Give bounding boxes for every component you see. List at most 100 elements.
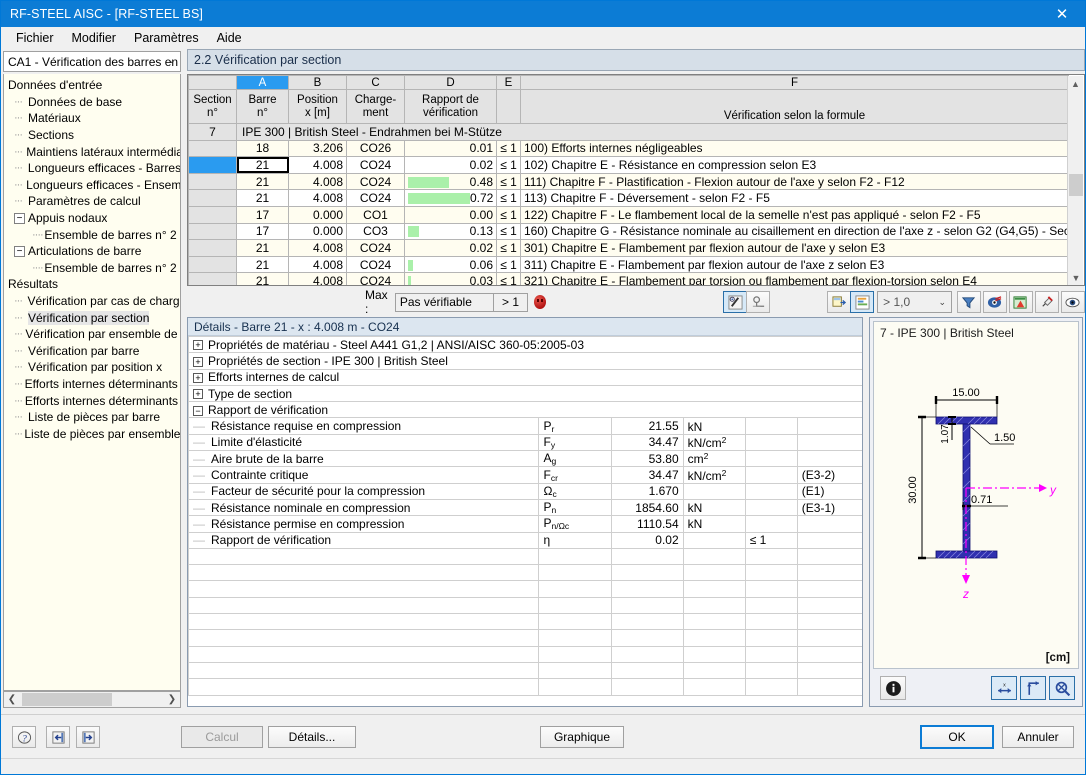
result-diagram-icon[interactable] — [746, 291, 771, 313]
details-node[interactable]: + Type de section — [188, 384, 862, 403]
table-row[interactable]: 21 4.008 CO24 0.48 ≤ 1 111) Chapitre F - Plas… — [188, 172, 1069, 191]
cell-position[interactable]: 4.008 — [288, 156, 347, 174]
details-data-row[interactable]: — Aire brute de la barre Ag 53.80 cm2 — [188, 450, 862, 468]
next-icon[interactable] — [76, 726, 100, 748]
table-row[interactable]: 17 0.000 CO1 0.00 ≤ 1 122) Chapitre F - Le fl… — [188, 205, 1069, 224]
table-row[interactable]: 21 4.008 CO24 0.06 ≤ 1 311) Chapitre E - Flam… — [188, 255, 1069, 274]
sidebar-item-9[interactable]: ····Ensemble de barres n° 2 - ... — [4, 226, 180, 243]
details-data-row[interactable]: — Résistance requise en compression Pr 21.5… — [188, 417, 862, 435]
cell-rapport[interactable]: 0.72 — [404, 189, 497, 207]
cell-position[interactable]: 4.008 — [288, 272, 347, 285]
sidebar-item-19[interactable]: ···Efforts internes déterminants par ens… — [4, 392, 180, 409]
cell-rapport[interactable]: 0.01 — [404, 139, 497, 158]
chevron-up-icon[interactable]: ▲ — [1068, 76, 1083, 92]
chevron-right-icon[interactable]: ❯ — [164, 694, 180, 705]
details-data-row[interactable]: — Rapport de vérification η 0.02 ≤ 1 — [188, 531, 862, 549]
scrollbar-thumb[interactable] — [22, 693, 112, 706]
table-row[interactable]: 21 4.008 CO24 0.03 ≤ 1 321) Chapitre E - Flam… — [188, 272, 1069, 285]
info-icon[interactable] — [880, 676, 906, 700]
table-vertical-scrollbar[interactable]: ▲ ▼ — [1067, 76, 1084, 285]
cell-rapport[interactable]: 0.02 — [404, 239, 497, 257]
column-letter-B[interactable]: B — [288, 75, 347, 90]
chevron-down-icon[interactable]: ▼ — [1068, 270, 1084, 285]
cell-chargement[interactable]: CO26 — [346, 139, 405, 158]
help-icon[interactable]: ? — [12, 726, 36, 748]
cell-position[interactable]: 0.000 — [288, 222, 347, 241]
details-node-row[interactable]: + Propriétés de section - IPE 300 | Briti… — [188, 352, 862, 370]
cell-position[interactable]: 3.206 — [288, 139, 347, 158]
details-node-row[interactable]: + Type de section — [188, 384, 862, 403]
tree-expander-icon[interactable]: − — [193, 405, 203, 416]
sidebar-item-10[interactable]: − Articulations de barre — [4, 243, 180, 260]
cell-chargement[interactable]: CO24 — [346, 255, 405, 274]
cell-chargement[interactable]: CO24 — [346, 172, 405, 191]
row-header[interactable] — [188, 239, 237, 257]
close-icon[interactable]: ✕ — [1039, 1, 1085, 27]
cell-rapport[interactable]: 0.00 — [404, 205, 497, 224]
details-node[interactable]: + Propriétés de matériau - Steel A441 G1,… — [188, 335, 862, 354]
cell-position[interactable]: 4.008 — [288, 189, 347, 207]
details-node[interactable]: + Efforts internes de calcul — [188, 368, 862, 386]
sidebar-item-2[interactable]: ··· Matériaux — [4, 110, 180, 127]
cell-barre[interactable]: 18 — [236, 139, 289, 158]
scrollbar-thumb[interactable] — [1069, 174, 1083, 196]
table-row[interactable]: 21 4.008 CO24 0.02 ≤ 1 102) Chapitre E - Rési… — [188, 156, 1069, 174]
cell-barre[interactable]: 17 — [236, 205, 289, 224]
sidebar-item-11[interactable]: ····Ensemble de barres n° 2 - ... — [4, 260, 180, 277]
cell-chargement[interactable]: CO24 — [346, 272, 405, 285]
cell-chargement[interactable]: CO24 — [346, 189, 405, 207]
tree-horizontal-scrollbar[interactable]: ❮ ❯ — [3, 691, 181, 708]
eye-icon[interactable] — [1060, 291, 1085, 313]
cell-barre[interactable]: 21 — [236, 255, 289, 274]
ok-button[interactable]: OK — [920, 725, 994, 749]
row-header[interactable] — [188, 222, 237, 241]
sidebar-item-4[interactable]: ···Maintiens latéraux intermédiaires — [4, 143, 180, 160]
row-header[interactable] — [188, 272, 237, 285]
cell-rapport[interactable]: 0.48 — [404, 172, 497, 191]
cell-formule[interactable]: 122) Chapitre F - Le flambement local de… — [520, 205, 1069, 224]
tree-expander-icon[interactable]: − — [14, 212, 25, 224]
table-row[interactable]: 21 4.008 CO24 0.02 ≤ 1 301) Chapitre E - Flam… — [188, 239, 1069, 257]
cell-rapport[interactable]: 0.03 — [404, 272, 497, 285]
cell-barre[interactable]: 21 — [236, 239, 289, 257]
menu-item-modifier[interactable]: Modifier — [63, 29, 125, 47]
cell-position[interactable]: 4.008 — [288, 172, 347, 191]
sidebar-item-5[interactable]: ··· Longueurs efficaces - Barres — [4, 160, 180, 177]
calcul-button[interactable]: Calcul — [181, 726, 263, 748]
cell-chargement[interactable]: CO24 — [346, 239, 405, 257]
column-letter-E[interactable]: E — [496, 75, 521, 90]
details-data-row[interactable]: — Résistance permise en compression Pn/Ωc 1… — [188, 515, 862, 533]
details-data-row[interactable]: — Limite d'élasticité Fy 34.47 kN/cm2 — [188, 433, 862, 452]
column-letter-D[interactable]: D — [404, 75, 497, 90]
menu-item-aide[interactable]: Aide — [208, 29, 251, 47]
menu-item-fichier[interactable]: Fichier — [7, 29, 63, 47]
table-row[interactable]: 18 3.206 CO26 0.01 ≤ 1 100) Efforts internes … — [188, 139, 1069, 158]
details-data-row[interactable]: — Résistance nominale en compression Pn 185… — [188, 498, 862, 517]
tree-expander-icon[interactable]: − — [14, 245, 25, 257]
cell-barre[interactable]: 21 — [236, 272, 289, 285]
details-node-row[interactable]: + Propriétés de matériau - Steel A441 G1,… — [188, 335, 862, 354]
cell-barre[interactable]: 21 — [236, 156, 289, 174]
table-row[interactable]: 21 4.008 CO24 0.72 ≤ 1 113) Chapitre F - Déve… — [188, 189, 1069, 207]
row-header[interactable] — [188, 156, 237, 174]
cancel-button[interactable]: Annuler — [1002, 726, 1074, 748]
tree-expander-icon[interactable]: + — [193, 373, 203, 384]
sidebar-item-16[interactable]: ··· Vérification par barre — [4, 343, 180, 360]
cell-formule[interactable]: 113) Chapitre F - Déversement - selon F2… — [520, 189, 1069, 207]
column-letter-row[interactable] — [188, 75, 237, 90]
cell-barre[interactable]: 21 — [236, 189, 289, 207]
cell-chargement[interactable]: CO1 — [346, 205, 405, 224]
cell-chargement[interactable]: CO3 — [346, 222, 405, 241]
cell-rapport[interactable]: 0.02 — [404, 156, 497, 174]
cell-chargement[interactable]: CO24 — [346, 156, 405, 174]
sidebar-item-21[interactable]: ···Liste de pièces par ensemble de barre… — [4, 425, 180, 442]
sidebar-item-13[interactable]: ··· Vérification par cas de charge — [4, 293, 180, 310]
sidebar-item-17[interactable]: ··· Vérification par position x — [4, 359, 180, 376]
sidebar-item-14[interactable]: ··· Vérification par section — [4, 309, 180, 326]
cell-barre[interactable]: 17 — [236, 222, 289, 241]
column-letter-C[interactable]: C — [346, 75, 405, 90]
row-header[interactable] — [188, 189, 237, 207]
view-mode-icon[interactable] — [982, 291, 1007, 313]
filter-threshold-combo[interactable]: > 1,0 ⌄ — [877, 291, 952, 313]
cell-formule[interactable]: 100) Efforts internes négligeables — [520, 139, 1069, 158]
